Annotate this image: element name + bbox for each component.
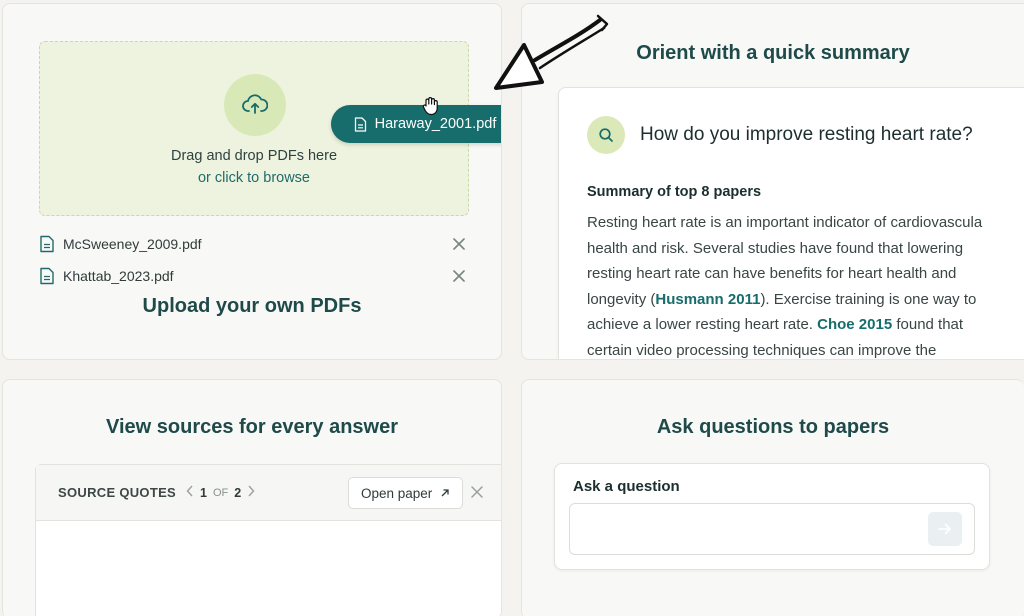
prev-page-button[interactable] <box>186 485 194 500</box>
page-current: 1 <box>200 485 207 500</box>
sources-card: View sources for every answer SOURCE QUO… <box>2 379 502 616</box>
source-quotes-label: SOURCE QUOTES <box>58 485 177 500</box>
upload-card-title: Upload your own PDFs <box>142 295 362 317</box>
open-paper-label: Open paper <box>361 485 433 501</box>
uploaded-file-name: McSweeney_2009.pdf <box>63 236 202 252</box>
dragged-file-pill[interactable]: Haraway_2001.pdf <box>331 105 501 143</box>
upload-cloud-icon <box>224 74 286 136</box>
close-icon <box>471 486 483 498</box>
upload-card: Drag and drop PDFs here or click to brow… <box>2 3 502 360</box>
chevron-right-icon <box>248 485 255 497</box>
dropzone-instruction: Drag and drop PDFs here <box>170 148 338 164</box>
uploaded-file-row: McSweeney_2009.pdf <box>39 232 467 256</box>
page: Drag and drop PDFs here or click to brow… <box>0 0 1024 616</box>
send-question-button[interactable] <box>928 512 962 546</box>
summary-card: Orient with a quick summary How do you i… <box>521 3 1024 360</box>
summary-text: longevity ( <box>587 290 656 308</box>
browse-link[interactable]: or click to browse <box>40 167 468 189</box>
file-icon <box>354 116 366 132</box>
summary-line: health and risk. Several studies have fo… <box>587 239 964 257</box>
summary-line: resting heart rate can have benefits for… <box>587 265 957 282</box>
open-paper-button[interactable]: Open paper <box>348 477 464 509</box>
arrow-right-icon <box>938 523 951 535</box>
summary-text: ). Exercise training is one way to <box>760 290 977 308</box>
summary-panel: How do you improve resting heart rate? S… <box>558 87 1024 359</box>
ask-panel: Ask a question <box>554 463 990 570</box>
search-icon <box>587 116 625 154</box>
summary-body: Resting heart rate is an important indic… <box>587 210 1024 359</box>
close-sources-button[interactable] <box>471 485 483 503</box>
close-icon <box>453 238 465 250</box>
summary-text: achieve a lower resting heart rate. <box>587 316 818 333</box>
summary-text: found that <box>892 316 964 333</box>
ask-card-title: Ask questions to papers <box>656 416 890 438</box>
summary-line: Resting heart rate is an important indic… <box>587 214 983 231</box>
file-icon <box>40 235 54 253</box>
summary-question: How do you improve resting heart rate? <box>640 124 973 145</box>
sources-card-title: View sources for every answer <box>105 416 398 438</box>
source-pager: 1 OF 2 <box>186 485 255 500</box>
next-page-button[interactable] <box>247 485 255 500</box>
close-icon <box>453 270 465 282</box>
citation-link[interactable]: Choe 2015 <box>817 316 892 333</box>
page-total: 2 <box>234 485 242 500</box>
grab-cursor-icon <box>422 97 438 116</box>
remove-file-button[interactable] <box>451 236 467 252</box>
uploaded-file-row: Khattab_2023.pdf <box>39 264 467 288</box>
remove-file-button[interactable] <box>451 268 467 284</box>
ask-card: Ask questions to papers Ask a question <box>521 379 1024 616</box>
summary-card-title: Orient with a quick summary <box>636 42 910 64</box>
summary-line: achieve a lower resting heart rate. Choe… <box>587 312 1024 338</box>
summary-line: longevity (Husmann 2011). Exercise train… <box>587 287 1024 313</box>
summary-line: certain video processing techniques can … <box>587 341 937 359</box>
pdf-dropzone[interactable]: Drag and drop PDFs here or click to brow… <box>39 41 501 216</box>
chevron-left-icon <box>186 485 193 497</box>
source-quotes-header: SOURCE QUOTES 1 OF 2 Open paper <box>36 465 501 521</box>
page-of: OF <box>212 486 229 499</box>
external-link-icon <box>441 489 449 497</box>
summary-heading: Summary of top 8 papers <box>587 184 762 200</box>
dropzone-text: Drag and drop PDFs here or click to brow… <box>40 145 468 189</box>
uploaded-file-name: Khattab_2023.pdf <box>63 268 174 284</box>
citation-link[interactable]: Husmann 2011 <box>655 291 760 308</box>
file-icon <box>40 267 54 285</box>
ask-question-input[interactable] <box>569 503 975 555</box>
dragged-file-name: Haraway_2001.pdf <box>374 116 497 132</box>
ask-question-label: Ask a question <box>573 478 680 495</box>
source-quotes-panel: SOURCE QUOTES 1 OF 2 Open paper <box>35 464 501 616</box>
